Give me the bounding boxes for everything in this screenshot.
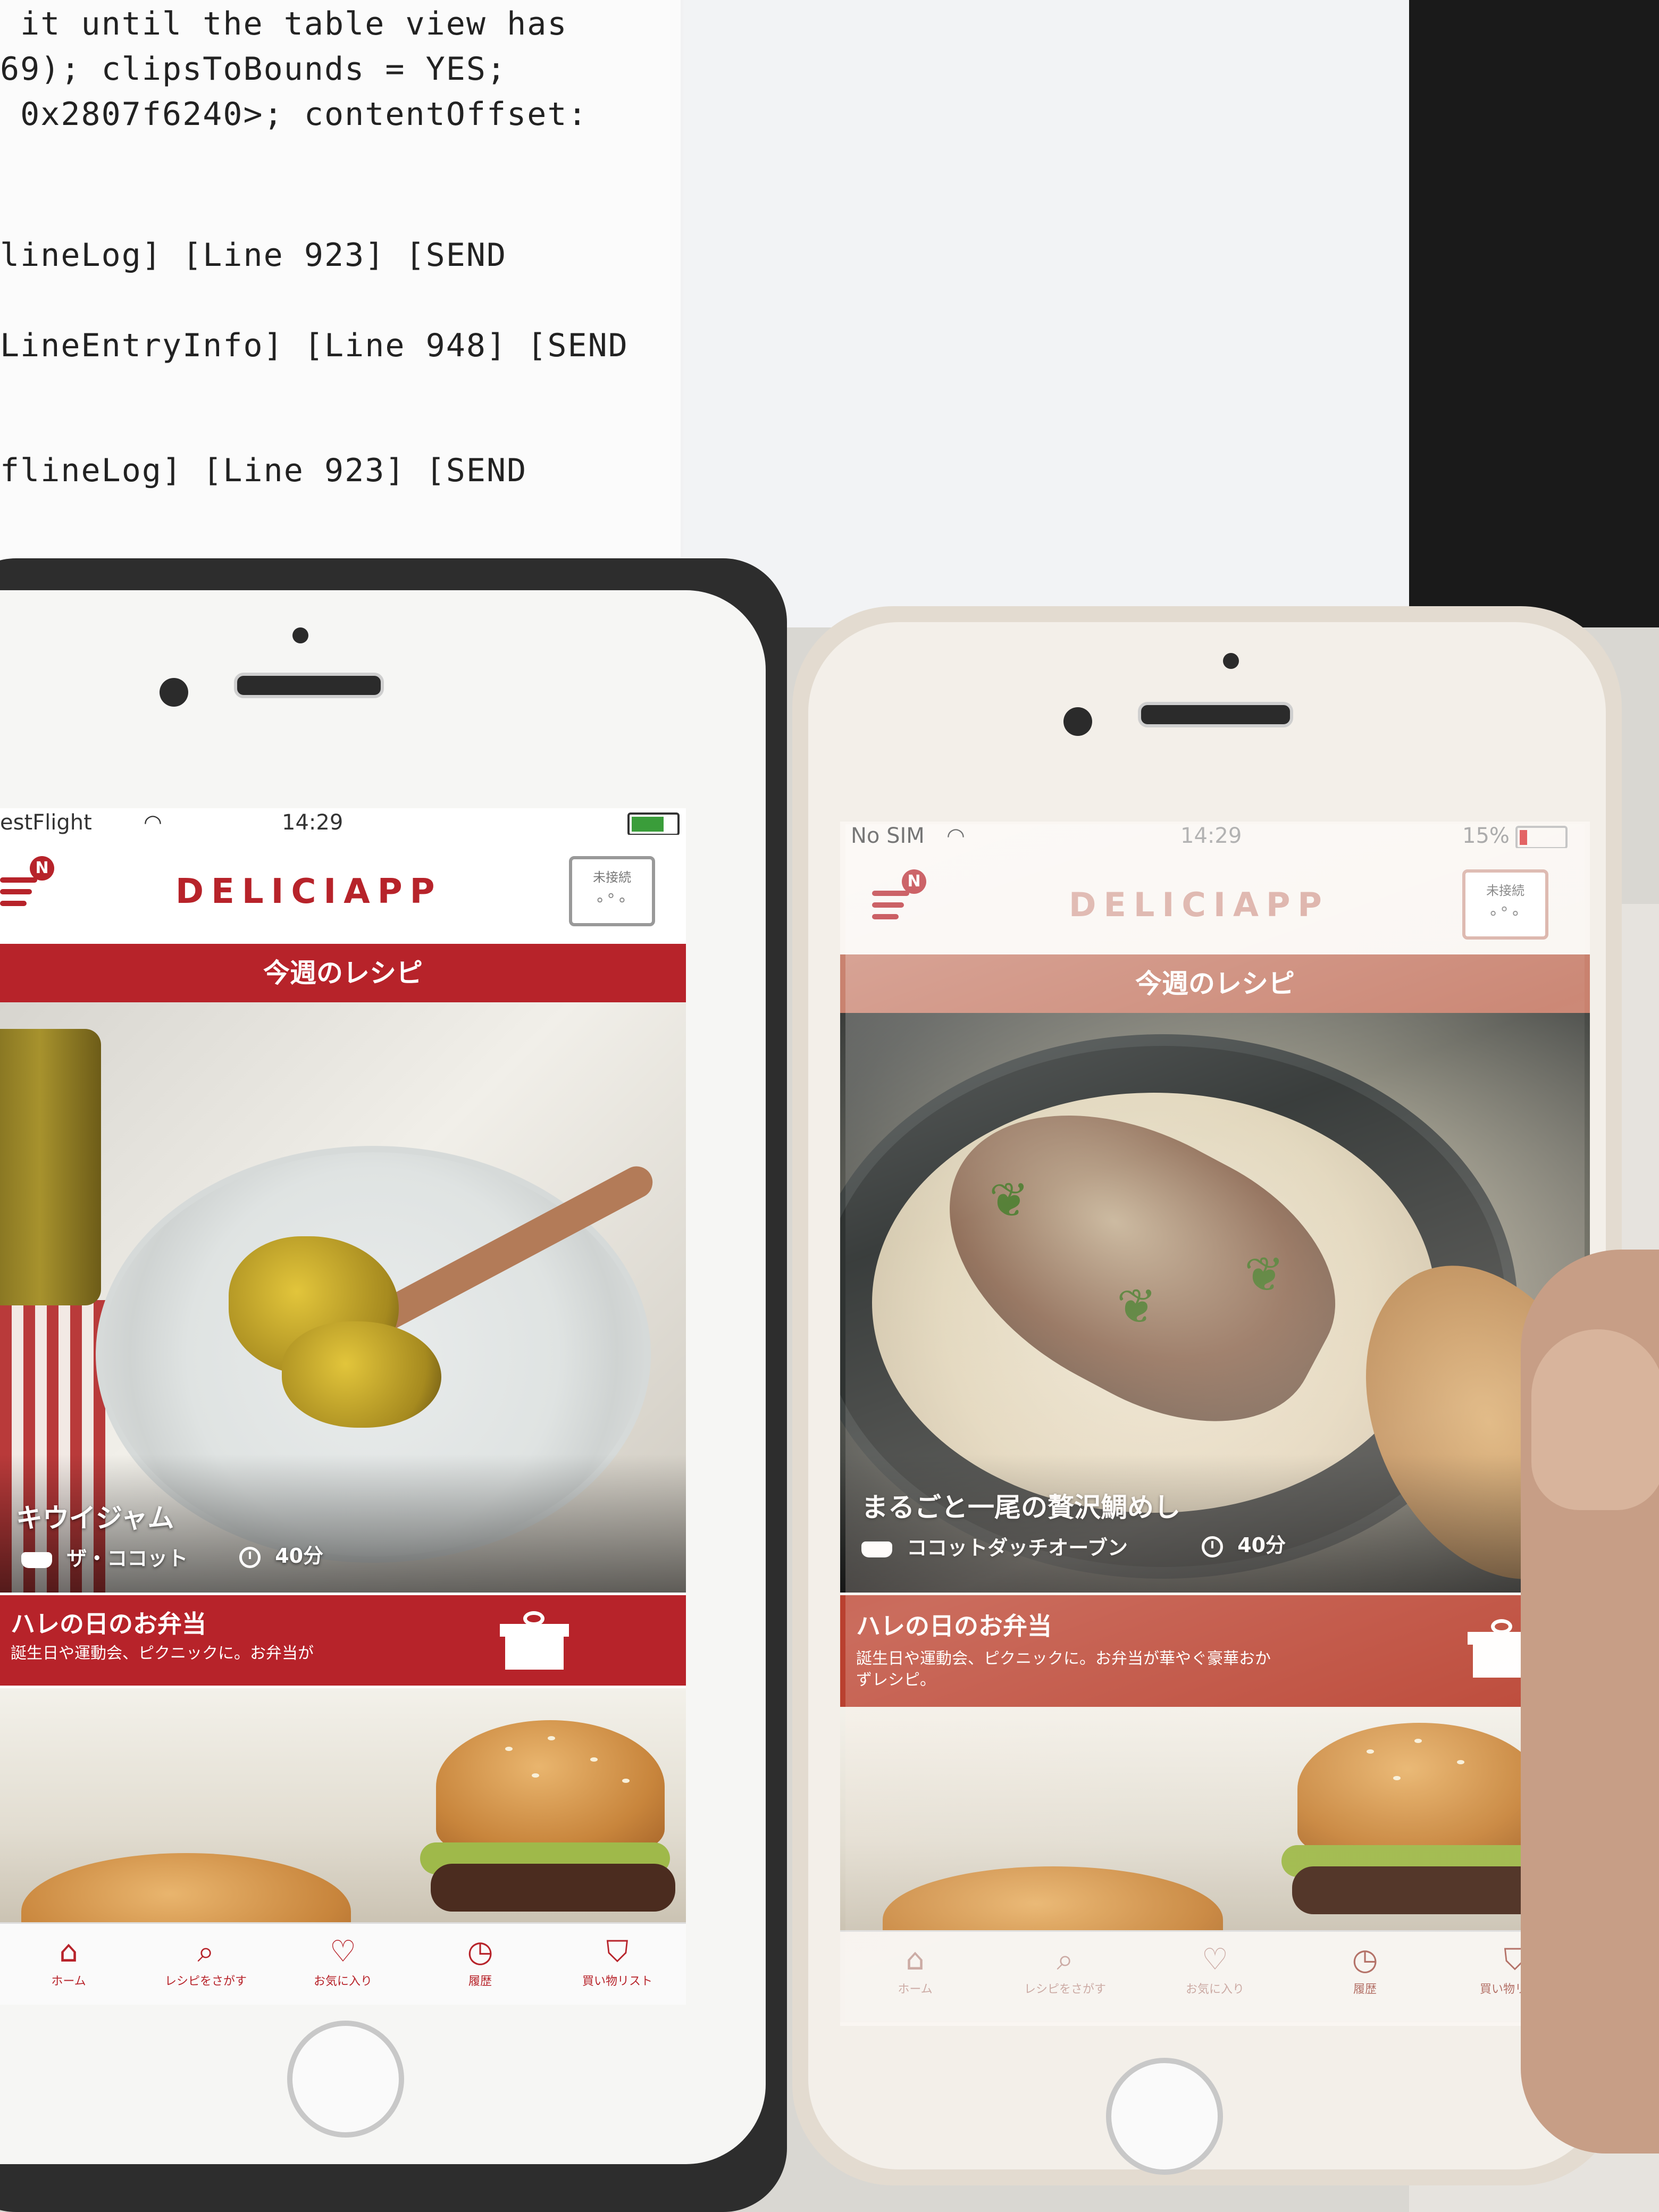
cookware-pot-icon xyxy=(861,1541,892,1557)
promo-image[interactable] xyxy=(0,1688,686,1922)
tab-shopping-list[interactable]: ⛉ 買い物リスト xyxy=(549,1924,686,2005)
weekly-recipes-banner[interactable]: 今週のレシピ xyxy=(840,954,1590,1013)
recipe-time-block: 40分 xyxy=(1202,1529,1286,1558)
tab-favorites[interactable]: ♡ お気に入り xyxy=(274,1924,412,2005)
app-header: N DELICIAPP 未接続 ∘°∘ xyxy=(0,835,686,936)
app-screen-left: estFlight ◠ 14:29 N DELICIAPP 未接続 ∘°∘ 今週… xyxy=(0,808,686,2005)
home-icon: ⌂ xyxy=(906,1942,925,1977)
search-icon: ⌕ xyxy=(1057,1942,1074,1977)
device-status-label: 未接続 xyxy=(593,870,631,885)
console-line: it until the table view has xyxy=(0,5,568,43)
home-button[interactable] xyxy=(287,2021,404,2138)
tab-history[interactable]: ◷ 履歴 xyxy=(412,1924,549,2005)
notification-badge-icon: N xyxy=(30,856,54,881)
recipe-time: 40分 xyxy=(275,1544,324,1568)
promo-banner[interactable]: ハレの日のお弁当 誕生日や運動会、ピクニックに。お弁当が xyxy=(0,1595,686,1686)
tab-bar: ⌂ ホーム ⌕ レシピをさがす ♡ お気に入り ◷ 履歴 ⛉ 買い物リスト xyxy=(0,1922,686,2005)
front-camera xyxy=(1063,707,1092,736)
recipe-meta: ココットダッチオーブン xyxy=(861,1531,1128,1561)
proximity-sensor xyxy=(292,627,308,643)
status-bar: estFlight ◠ 14:29 xyxy=(0,808,686,836)
carrier-label: estFlight xyxy=(0,810,92,835)
clock-icon xyxy=(1202,1536,1223,1557)
basket-icon: ⛉ xyxy=(606,1934,629,1969)
tab-history[interactable]: ◷ 履歴 xyxy=(1290,1932,1440,2022)
promo-description: 誕生日や運動会、ピクニックに。お弁当が華やぐ豪華おかずレシピ。 xyxy=(856,1649,1271,1689)
device-status-icon[interactable]: 未接続 ∘°∘ xyxy=(569,856,655,926)
home-button[interactable] xyxy=(1106,2058,1223,2175)
recipe-title: キウイジャム xyxy=(16,1503,174,1534)
recipe-time: 40分 xyxy=(1237,1534,1286,1557)
history-icon: ◷ xyxy=(1352,1942,1378,1977)
console-line: 0x2807f6240>; contentOffset: xyxy=(0,96,588,133)
recipe-cookware: ザ・ココット xyxy=(66,1547,188,1570)
home-icon: ⌂ xyxy=(59,1934,78,1969)
app-header: N DELICIAPP 未接続 ∘°∘ xyxy=(840,848,1590,949)
status-time: 14:29 xyxy=(1180,824,1242,848)
search-icon: ⌕ xyxy=(197,1934,214,1969)
app-screen-right: No SIM ◠ 14:29 15% N DELICIAPP 未接続 ∘°∘ 今… xyxy=(840,822,1590,2026)
debug-console: it until the table view has 69); clipsTo… xyxy=(0,0,681,627)
recipe-time-block: 40分 xyxy=(239,1539,323,1569)
recipe-meta: ザ・ココット xyxy=(21,1542,188,1571)
jam-jar xyxy=(0,1029,101,1305)
front-camera xyxy=(160,678,188,707)
battery-percent: 15% xyxy=(1462,824,1510,848)
app-logo: DELICIAPP xyxy=(1069,885,1329,924)
clock-icon xyxy=(239,1546,261,1568)
thumb xyxy=(1531,1329,1659,1510)
tab-search[interactable]: ⌕ レシピをさがす xyxy=(990,1932,1140,2022)
earpiece-speaker xyxy=(1138,702,1293,727)
recipe-cookware: ココットダッチオーブン xyxy=(907,1536,1128,1560)
wifi-icon: ◠ xyxy=(946,824,965,848)
proximity-sensor xyxy=(1223,653,1239,669)
menu-icon[interactable]: N xyxy=(872,869,926,919)
monitor-side-panel xyxy=(683,0,1409,627)
earpiece-speaker xyxy=(234,673,384,698)
promo-title: ハレの日のお弁当 xyxy=(11,1610,206,1638)
recipe-hero-image[interactable]: キウイジャム ザ・ココット 40分 xyxy=(0,1002,686,1593)
tab-favorites[interactable]: ♡ お気に入り xyxy=(1140,1932,1290,2022)
promo-banner[interactable]: ハレの日のお弁当 誕生日や運動会、ピクニックに。お弁当が華やぐ豪華おかずレシピ。 xyxy=(840,1595,1590,1707)
device-status-icon[interactable]: 未接続 ∘°∘ xyxy=(1462,869,1548,940)
console-line: flineLog] [Line 923] [SEND xyxy=(0,452,527,489)
carrier-label: No SIM xyxy=(851,824,925,848)
cookware-pot-icon xyxy=(21,1552,52,1568)
gift-icon xyxy=(500,1611,569,1670)
recipe-title: まるごと一尾の贅沢鯛めし xyxy=(861,1492,1180,1523)
console-line: lineLog] [Line 923] [SEND xyxy=(0,237,507,274)
promo-description: 誕生日や運動会、ピクニックに。お弁当が xyxy=(11,1644,314,1663)
recipe-hero-image[interactable]: ❦ ❦ ❦ まるごと一尾の贅沢鯛めし ココットダッチオーブン 40分 xyxy=(840,1013,1590,1593)
app-logo: DELICIAPP xyxy=(175,872,442,911)
status-bar: No SIM ◠ 14:29 15% xyxy=(840,822,1590,849)
history-icon: ◷ xyxy=(467,1934,493,1969)
heart-icon: ♡ xyxy=(329,1934,357,1969)
promo-title: ハレの日のお弁当 xyxy=(856,1612,1052,1640)
device-status-label: 未接続 xyxy=(1486,883,1524,898)
tab-home[interactable]: ⌂ ホーム xyxy=(0,1924,137,2005)
monitor: it until the table view has 69); clipsTo… xyxy=(0,0,1659,627)
heart-icon: ♡ xyxy=(1201,1942,1229,1977)
status-time: 14:29 xyxy=(282,810,343,835)
battery-icon xyxy=(627,812,680,836)
notification-badge-icon: N xyxy=(902,869,926,894)
battery-icon xyxy=(1515,826,1568,849)
weekly-recipes-banner[interactable]: 今週のレシピ xyxy=(0,944,686,1002)
promo-image[interactable] xyxy=(840,1707,1590,1930)
wifi-icon: ◠ xyxy=(144,810,162,835)
tab-home[interactable]: ⌂ ホーム xyxy=(840,1932,990,2022)
tab-bar: ⌂ ホーム ⌕ レシピをさがす ♡ お気に入り ◷ 履歴 ⛉ 買い物リスト xyxy=(840,1930,1590,2022)
console-line: 69); clipsToBounds = YES; xyxy=(0,51,507,88)
monitor-screen: it until the table view has 69); clipsTo… xyxy=(0,0,1409,627)
tab-search[interactable]: ⌕ レシピをさがす xyxy=(137,1924,274,2005)
menu-icon[interactable]: N xyxy=(0,856,54,906)
console-line: LineEntryInfo] [Line 948] [SEND xyxy=(0,327,629,364)
